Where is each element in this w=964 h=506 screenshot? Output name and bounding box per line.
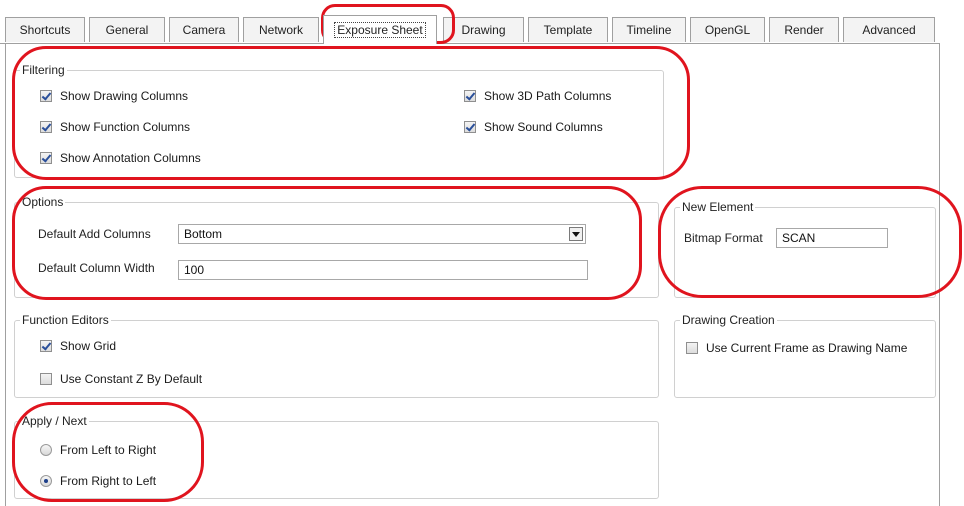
tab-advanced[interactable]: Advanced — [843, 17, 935, 42]
checkbox-checked-icon[interactable] — [464, 121, 476, 133]
options-group: Options — [14, 194, 659, 298]
show-3d-path-columns-label: Show 3D Path Columns — [484, 89, 612, 103]
show-grid-checkbox[interactable]: Show Grid — [40, 339, 116, 353]
bitmap-format-input[interactable]: SCAN — [776, 228, 888, 248]
show-drawing-columns-label: Show Drawing Columns — [60, 89, 189, 103]
show-sound-columns-checkbox[interactable]: Show Sound Columns — [464, 120, 603, 134]
show-3d-path-columns-checkbox[interactable]: Show 3D Path Columns — [464, 89, 611, 103]
chevron-down-icon[interactable] — [569, 227, 583, 241]
checkbox-checked-icon[interactable] — [464, 90, 476, 102]
tab-label: Shortcuts — [19, 23, 71, 37]
tab-timeline[interactable]: Timeline — [612, 17, 686, 42]
default-add-columns-value: Bottom — [184, 227, 223, 241]
tab-opengl[interactable]: OpenGL — [690, 17, 765, 42]
new-element-title: New Element — [680, 199, 756, 215]
default-add-columns-select[interactable]: Bottom — [178, 224, 586, 244]
tab-label: Drawing — [461, 23, 506, 37]
drawing-creation-group: Drawing Creation — [674, 312, 936, 398]
use-constant-z-label: Use Constant Z By Default — [60, 372, 203, 386]
tab-network[interactable]: Network — [243, 17, 319, 42]
default-column-width-input[interactable]: 100 — [178, 260, 588, 280]
from-left-to-right-label: From Left to Right — [60, 443, 157, 457]
from-right-to-left-radio[interactable]: From Right to Left — [40, 474, 156, 488]
tab-label: Template — [543, 23, 593, 37]
tab-drawing[interactable]: Drawing — [443, 17, 524, 42]
radio-unselected-icon[interactable] — [40, 444, 52, 456]
use-constant-z-checkbox[interactable]: Use Constant Z By Default — [40, 372, 202, 386]
from-left-to-right-radio[interactable]: From Left to Right — [40, 443, 156, 457]
tab-label: Camera — [182, 23, 226, 37]
use-current-frame-label: Use Current Frame as Drawing Name — [706, 341, 908, 355]
checkbox-checked-icon[interactable] — [40, 121, 52, 133]
tab-exposure-sheet[interactable]: Exposure Sheet — [323, 15, 437, 44]
tab-shortcuts[interactable]: Shortcuts — [5, 17, 85, 42]
options-title: Options — [20, 194, 66, 210]
tab-label: OpenGL — [704, 23, 751, 37]
tab-label: Exposure Sheet — [334, 22, 426, 38]
bitmap-format-value: SCAN — [782, 231, 816, 245]
new-element-group: New Element — [674, 199, 936, 298]
tab-render[interactable]: Render — [769, 17, 839, 42]
drawing-creation-title: Drawing Creation — [680, 312, 777, 328]
show-grid-label: Show Grid — [60, 339, 117, 353]
use-current-frame-checkbox[interactable]: Use Current Frame as Drawing Name — [686, 341, 907, 355]
apply-next-title: Apply / Next — [20, 413, 89, 429]
checkbox-unchecked-icon[interactable] — [40, 373, 52, 385]
tab-camera[interactable]: Camera — [169, 17, 239, 42]
show-sound-columns-label: Show Sound Columns — [484, 120, 603, 134]
radio-selected-icon[interactable] — [40, 475, 52, 487]
default-column-width-label: Default Column Width — [38, 261, 155, 275]
tab-template[interactable]: Template — [528, 17, 608, 42]
checkbox-checked-icon[interactable] — [40, 152, 52, 164]
checkbox-checked-icon[interactable] — [40, 90, 52, 102]
filtering-title: Filtering — [20, 62, 67, 78]
function-editors-title: Function Editors — [20, 312, 111, 328]
default-add-columns-label: Default Add Columns — [38, 227, 151, 241]
checkbox-checked-icon[interactable] — [40, 340, 52, 352]
bitmap-format-label: Bitmap Format — [684, 231, 763, 245]
checkbox-unchecked-icon[interactable] — [686, 342, 698, 354]
preferences-tab-bar: Shortcuts General Camera Network Exposur… — [0, 0, 964, 44]
show-function-columns-label: Show Function Columns — [60, 120, 191, 134]
function-editors-group: Function Editors — [14, 312, 659, 398]
show-drawing-columns-checkbox[interactable]: Show Drawing Columns — [40, 89, 188, 103]
tab-label: Timeline — [626, 23, 672, 37]
tab-label: Network — [258, 23, 303, 37]
tab-label: General — [105, 23, 149, 37]
show-function-columns-checkbox[interactable]: Show Function Columns — [40, 120, 190, 134]
default-column-width-value: 100 — [184, 263, 205, 277]
from-right-to-left-label: From Right to Left — [60, 474, 157, 488]
tab-general[interactable]: General — [89, 17, 165, 42]
tab-label: Advanced — [862, 23, 916, 37]
tab-label: Render — [784, 23, 824, 37]
show-annotation-columns-label: Show Annotation Columns — [60, 151, 201, 165]
show-annotation-columns-checkbox[interactable]: Show Annotation Columns — [40, 151, 201, 165]
